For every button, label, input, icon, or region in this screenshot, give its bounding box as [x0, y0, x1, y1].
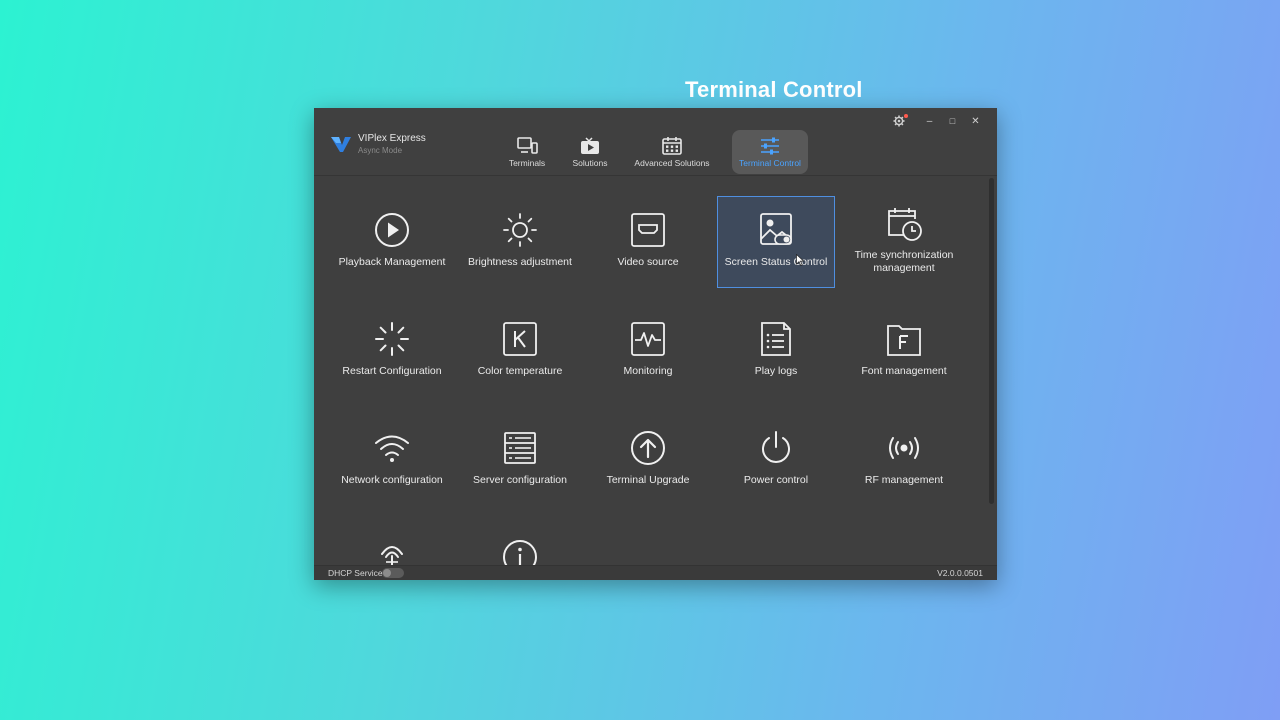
status-bar: DHCP Service V2.0.0.0501	[314, 565, 997, 580]
screen-status-icon	[760, 213, 792, 245]
antenna-icon	[381, 546, 403, 565]
tab-terminals[interactable]: Terminals	[502, 130, 552, 174]
mouse-cursor-icon	[796, 254, 804, 266]
tile-label: Video source	[617, 256, 679, 268]
tile-label: Power control	[743, 474, 809, 486]
function-grid: Playback Management Brightness adjustmen…	[314, 177, 997, 565]
maximize-button[interactable]: □	[941, 114, 964, 128]
dhcp-service-label: DHCP Service	[328, 568, 383, 578]
settings-button[interactable]	[887, 114, 910, 128]
notification-dot	[904, 114, 908, 118]
tile-label: Playback Management	[338, 256, 446, 268]
pulse-monitor-icon	[631, 322, 665, 356]
tab-label: Terminals	[508, 158, 546, 168]
log-document-icon	[761, 322, 791, 356]
gear-icon	[893, 115, 904, 127]
tile-label: Network configuration	[341, 474, 443, 486]
hdmi-icon	[631, 213, 665, 247]
tile-label: Server configuration	[473, 474, 567, 486]
tab-solutions[interactable]: Solutions	[566, 130, 614, 174]
k-box-icon	[503, 322, 537, 356]
tile-partial-info[interactable]	[461, 524, 579, 565]
dhcp-service-toggle[interactable]	[382, 568, 404, 578]
tile-monitoring[interactable]: Monitoring	[589, 306, 707, 398]
tile-label: Monitoring	[623, 365, 673, 377]
tile-restart-configuration[interactable]: Restart Configuration	[333, 306, 451, 398]
upload-circle-icon	[631, 431, 665, 465]
rf-signal-icon	[889, 437, 919, 459]
restart-spinner-icon	[375, 322, 409, 356]
toggle-knob	[383, 569, 391, 577]
tile-terminal-upgrade[interactable]: Terminal Upgrade	[589, 415, 707, 507]
wifi-icon	[375, 435, 409, 462]
tile-network-configuration[interactable]: Network configuration	[333, 415, 451, 507]
app-brand: VIPlex Express Async Mode	[330, 132, 426, 156]
scrollbar[interactable]	[989, 178, 994, 504]
tile-label: Font management	[861, 365, 947, 377]
close-button[interactable]: ✕	[964, 114, 987, 128]
minimize-button[interactable]: –	[918, 114, 941, 128]
tile-label: Brightness adjustment	[468, 256, 572, 268]
tile-label: Time synchronization management	[854, 249, 954, 274]
app-window: VIPlex Express Async Mode Terminals Solu…	[314, 108, 997, 580]
server-icon	[504, 432, 536, 464]
tile-partial-antenna[interactable]	[333, 524, 451, 565]
tab-label: Advanced Solutions	[634, 158, 710, 168]
tile-rf-management[interactable]: RF management	[845, 415, 963, 507]
power-icon	[762, 431, 790, 463]
tile-server-configuration[interactable]: Server configuration	[461, 415, 579, 507]
window-controls: – □ ✕	[887, 114, 987, 128]
sliders-icon	[761, 137, 779, 155]
tile-label: Play logs	[754, 365, 798, 377]
sun-icon	[503, 213, 537, 247]
terminals-icon	[517, 137, 538, 154]
solutions-icon	[581, 137, 599, 154]
tile-label: Terminal Upgrade	[606, 474, 690, 486]
tile-playback-management[interactable]: Playback Management	[333, 197, 451, 289]
tab-terminal-control[interactable]: Terminal Control	[732, 130, 808, 174]
tile-screen-status-control[interactable]: Screen Status Control	[717, 196, 835, 288]
tile-play-logs[interactable]: Play logs	[717, 306, 835, 398]
calendar-clock-icon	[888, 208, 922, 241]
tab-label: Solutions	[572, 158, 608, 168]
app-name: VIPlex Express	[358, 133, 426, 144]
tile-label: Restart Configuration	[342, 365, 442, 377]
font-folder-icon	[887, 325, 921, 356]
tile-video-source[interactable]: Video source	[589, 197, 707, 289]
play-circle-icon	[375, 213, 409, 247]
tile-brightness-adjustment[interactable]: Brightness adjustment	[461, 197, 579, 289]
calendar-icon	[662, 137, 682, 155]
tile-label: Screen Status Control	[724, 256, 828, 268]
page-title: Terminal Control	[685, 77, 863, 102]
tab-label: Terminal Control	[739, 158, 801, 168]
tile-font-management[interactable]: Font management	[845, 306, 963, 398]
info-circle-icon	[503, 540, 537, 565]
tile-label: Color temperature	[477, 365, 563, 377]
app-mode: Async Mode	[358, 146, 403, 155]
tab-advanced-solutions[interactable]: Advanced Solutions	[630, 130, 714, 174]
tile-power-control[interactable]: Power control	[717, 415, 835, 507]
tile-color-temperature[interactable]: Color temperature	[461, 306, 579, 398]
viplex-logo-icon	[331, 137, 351, 152]
tile-time-synchronization[interactable]: Time synchronization management	[845, 197, 963, 289]
title-bar: VIPlex Express Async Mode Terminals Solu…	[314, 108, 997, 176]
tile-label: RF management	[864, 474, 944, 486]
version-label: V2.0.0.0501	[937, 568, 983, 578]
